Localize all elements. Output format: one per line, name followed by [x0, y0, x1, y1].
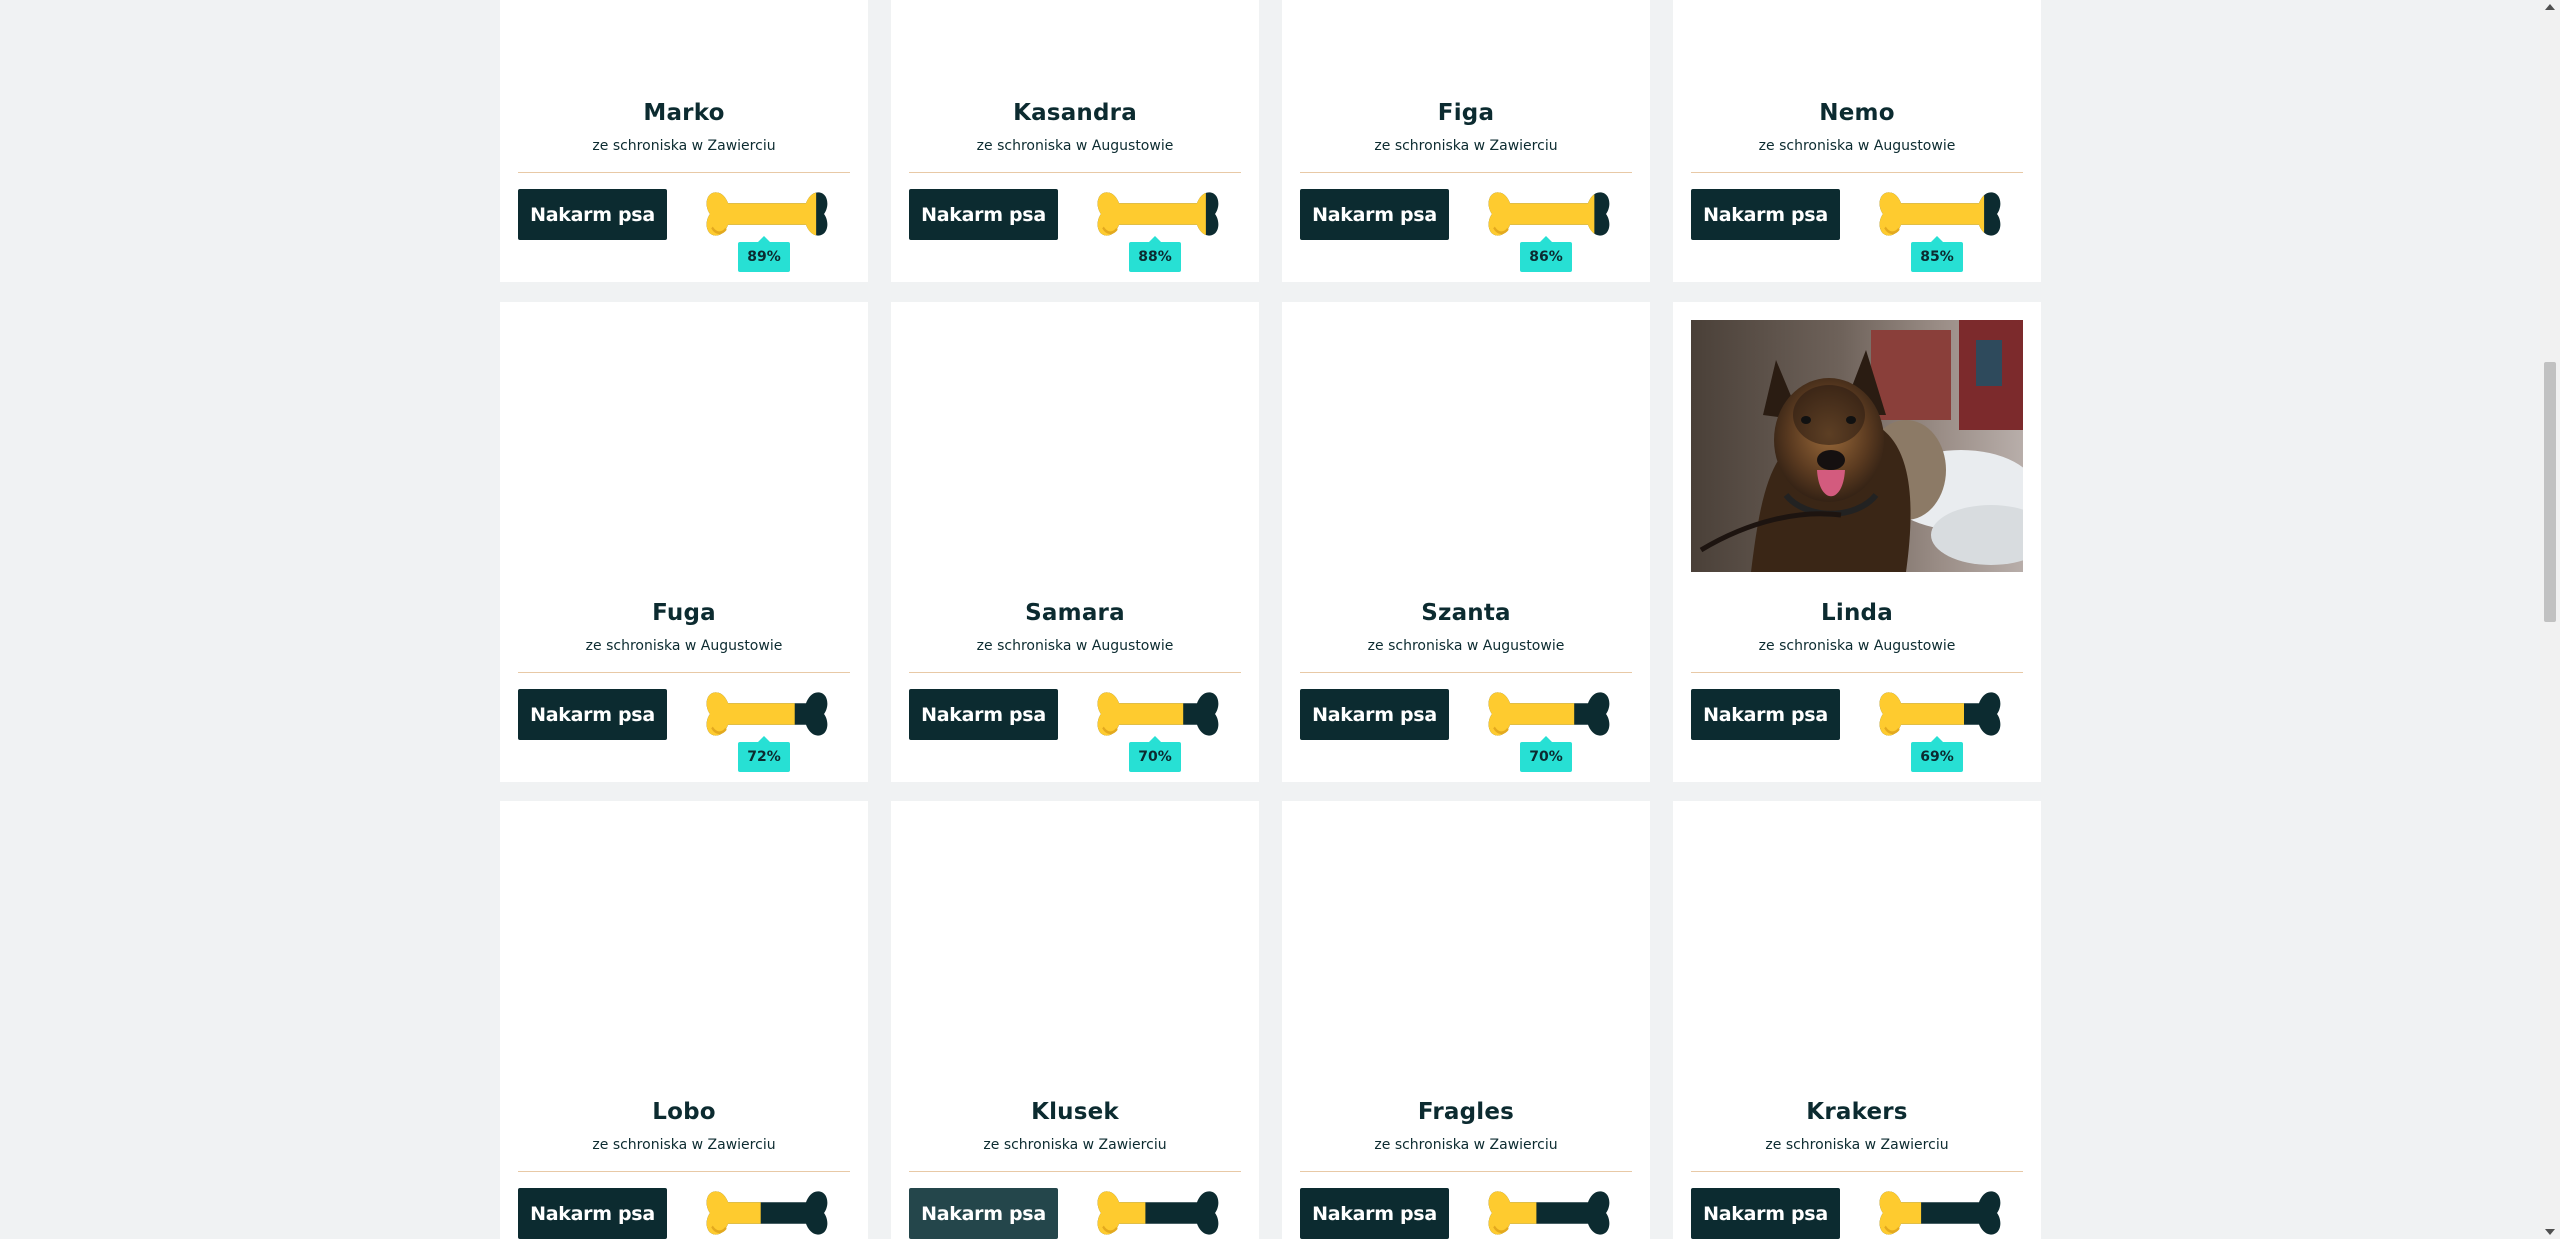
dog-name[interactable]: Kasandra — [891, 100, 1259, 126]
dog-photo[interactable] — [518, 819, 850, 1071]
fed-percent-badge: 85% — [1911, 236, 1963, 272]
shelter-name: ze schroniska w Zawierciu — [592, 1137, 776, 1153]
card-divider — [1691, 1171, 2023, 1172]
dog-card: Figa ze schroniska w Zawierciu Nakarm ps… — [1282, 0, 1650, 282]
dog-name[interactable]: Szanta — [1282, 600, 1650, 626]
dog-photo[interactable] — [518, 320, 850, 572]
feed-dog-button[interactable]: Nakarm psa — [518, 689, 667, 740]
card-divider — [518, 672, 850, 673]
bone-meter-icon — [1093, 687, 1223, 741]
shelter-name: ze schroniska w Augustowie — [1367, 638, 1565, 654]
dog-name[interactable]: Klusek — [891, 1099, 1259, 1125]
feed-dog-button[interactable]: Nakarm psa — [1691, 1188, 1840, 1239]
dog-card: Linda ze schroniska w Augustowie Nakarm … — [1673, 302, 2041, 782]
feed-dog-button[interactable]: Nakarm psa — [909, 689, 1058, 740]
scroll-down-arrow-icon[interactable] — [2545, 1229, 2555, 1235]
fed-percent-badge: 70% — [1129, 736, 1181, 772]
shelter-name: ze schroniska w Augustowie — [976, 638, 1174, 654]
dog-card: Samara ze schroniska w Augustowie Nakarm… — [891, 302, 1259, 782]
fed-percent-badge: 86% — [1520, 236, 1572, 272]
page-viewport: Marko ze schroniska w Zawierciu Nakarm p… — [0, 0, 2540, 1239]
card-divider — [909, 172, 1241, 173]
dog-card: Fragles ze schroniska w Zawierciu Nakarm… — [1282, 801, 1650, 1239]
dog-card: Lobo ze schroniska w Zawierciu Nakarm ps… — [500, 801, 868, 1239]
shelter-name: ze schroniska w Zawierciu — [983, 1137, 1167, 1153]
bone-meter-icon — [1093, 1186, 1223, 1239]
bone-meter-icon — [1875, 1186, 2005, 1239]
feed-dog-button[interactable]: Nakarm psa — [1691, 689, 1840, 740]
feed-dog-button[interactable]: Nakarm psa — [518, 1188, 667, 1239]
dog-photo[interactable] — [909, 819, 1241, 1071]
fed-percent-badge: 70% — [1520, 736, 1572, 772]
shelter-name: ze schroniska w Augustowie — [585, 638, 783, 654]
shelter-name: ze schroniska w Augustowie — [1758, 138, 1956, 154]
fed-percent-badge: 89% — [738, 236, 790, 272]
dog-photo-linda — [1691, 320, 2023, 572]
bone-meter-icon — [702, 687, 832, 741]
shelter-name: ze schroniska w Zawierciu — [1374, 1137, 1558, 1153]
dog-card-grid: Marko ze schroniska w Zawierciu Nakarm p… — [500, 0, 2041, 1239]
feed-dog-button[interactable]: Nakarm psa — [1300, 189, 1449, 240]
dog-card: Szanta ze schroniska w Augustowie Nakarm… — [1282, 302, 1650, 782]
fed-percent-badge: 69% — [1911, 736, 1963, 772]
dog-card: Nemo ze schroniska w Augustowie Nakarm p… — [1673, 0, 2041, 282]
dog-photo[interactable] — [909, 320, 1241, 572]
dog-photo[interactable] — [1691, 320, 2023, 572]
shelter-name: ze schroniska w Zawierciu — [1765, 1137, 1949, 1153]
feed-dog-button[interactable]: Nakarm psa — [909, 1188, 1058, 1239]
card-divider — [909, 672, 1241, 673]
bone-meter-icon — [702, 187, 832, 241]
dog-name[interactable]: Nemo — [1673, 100, 2041, 126]
bone-meter-icon — [1484, 1186, 1614, 1239]
fed-percent-badge: 88% — [1129, 236, 1181, 272]
bone-meter-icon — [1484, 687, 1614, 741]
dog-card: Marko ze schroniska w Zawierciu Nakarm p… — [500, 0, 868, 282]
dog-card: Kasandra ze schroniska w Augustowie Naka… — [891, 0, 1259, 282]
card-divider — [1300, 672, 1632, 673]
dog-name[interactable]: Fragles — [1282, 1099, 1650, 1125]
feed-dog-button[interactable]: Nakarm psa — [1300, 1188, 1449, 1239]
card-divider — [518, 1171, 850, 1172]
card-divider — [1300, 1171, 1632, 1172]
shelter-name: ze schroniska w Zawierciu — [1374, 138, 1558, 154]
dog-photo[interactable] — [1691, 0, 2023, 72]
card-divider — [518, 172, 850, 173]
bone-meter-icon — [1875, 187, 2005, 241]
dog-photo[interactable] — [518, 0, 850, 72]
feed-dog-button[interactable]: Nakarm psa — [909, 189, 1058, 240]
dog-name[interactable]: Samara — [891, 600, 1259, 626]
dog-name[interactable]: Marko — [500, 100, 868, 126]
dog-card: Fuga ze schroniska w Augustowie Nakarm p… — [500, 302, 868, 782]
shelter-name: ze schroniska w Augustowie — [976, 138, 1174, 154]
bone-meter-icon — [1093, 187, 1223, 241]
feed-dog-button[interactable]: Nakarm psa — [1300, 689, 1449, 740]
dog-photo[interactable] — [1300, 819, 1632, 1071]
card-divider — [909, 1171, 1241, 1172]
shelter-name: ze schroniska w Zawierciu — [592, 138, 776, 154]
card-divider — [1691, 672, 2023, 673]
bone-meter-icon — [1875, 687, 2005, 741]
dog-card: Krakers ze schroniska w Zawierciu Nakarm… — [1673, 801, 2041, 1239]
dog-name[interactable]: Fuga — [500, 600, 868, 626]
scroll-up-arrow-icon[interactable] — [2545, 4, 2555, 10]
dog-photo[interactable] — [909, 0, 1241, 72]
dog-card: Klusek ze schroniska w Zawierciu Nakarm … — [891, 801, 1259, 1239]
card-divider — [1300, 172, 1632, 173]
dog-name[interactable]: Figa — [1282, 100, 1650, 126]
bone-meter-icon — [702, 1186, 832, 1239]
scrollbar-thumb[interactable] — [2544, 362, 2556, 622]
dog-name[interactable]: Linda — [1673, 600, 2041, 626]
fed-percent-badge: 72% — [738, 736, 790, 772]
dog-photo[interactable] — [1691, 819, 2023, 1071]
vertical-scrollbar[interactable] — [2540, 0, 2560, 1239]
feed-dog-button[interactable]: Nakarm psa — [1691, 189, 1840, 240]
dog-photo[interactable] — [1300, 0, 1632, 72]
dog-photo[interactable] — [1300, 320, 1632, 572]
dog-name[interactable]: Krakers — [1673, 1099, 2041, 1125]
bone-meter-icon — [1484, 187, 1614, 241]
card-divider — [1691, 172, 2023, 173]
shelter-name: ze schroniska w Augustowie — [1758, 638, 1956, 654]
feed-dog-button[interactable]: Nakarm psa — [518, 189, 667, 240]
dog-name[interactable]: Lobo — [500, 1099, 868, 1125]
